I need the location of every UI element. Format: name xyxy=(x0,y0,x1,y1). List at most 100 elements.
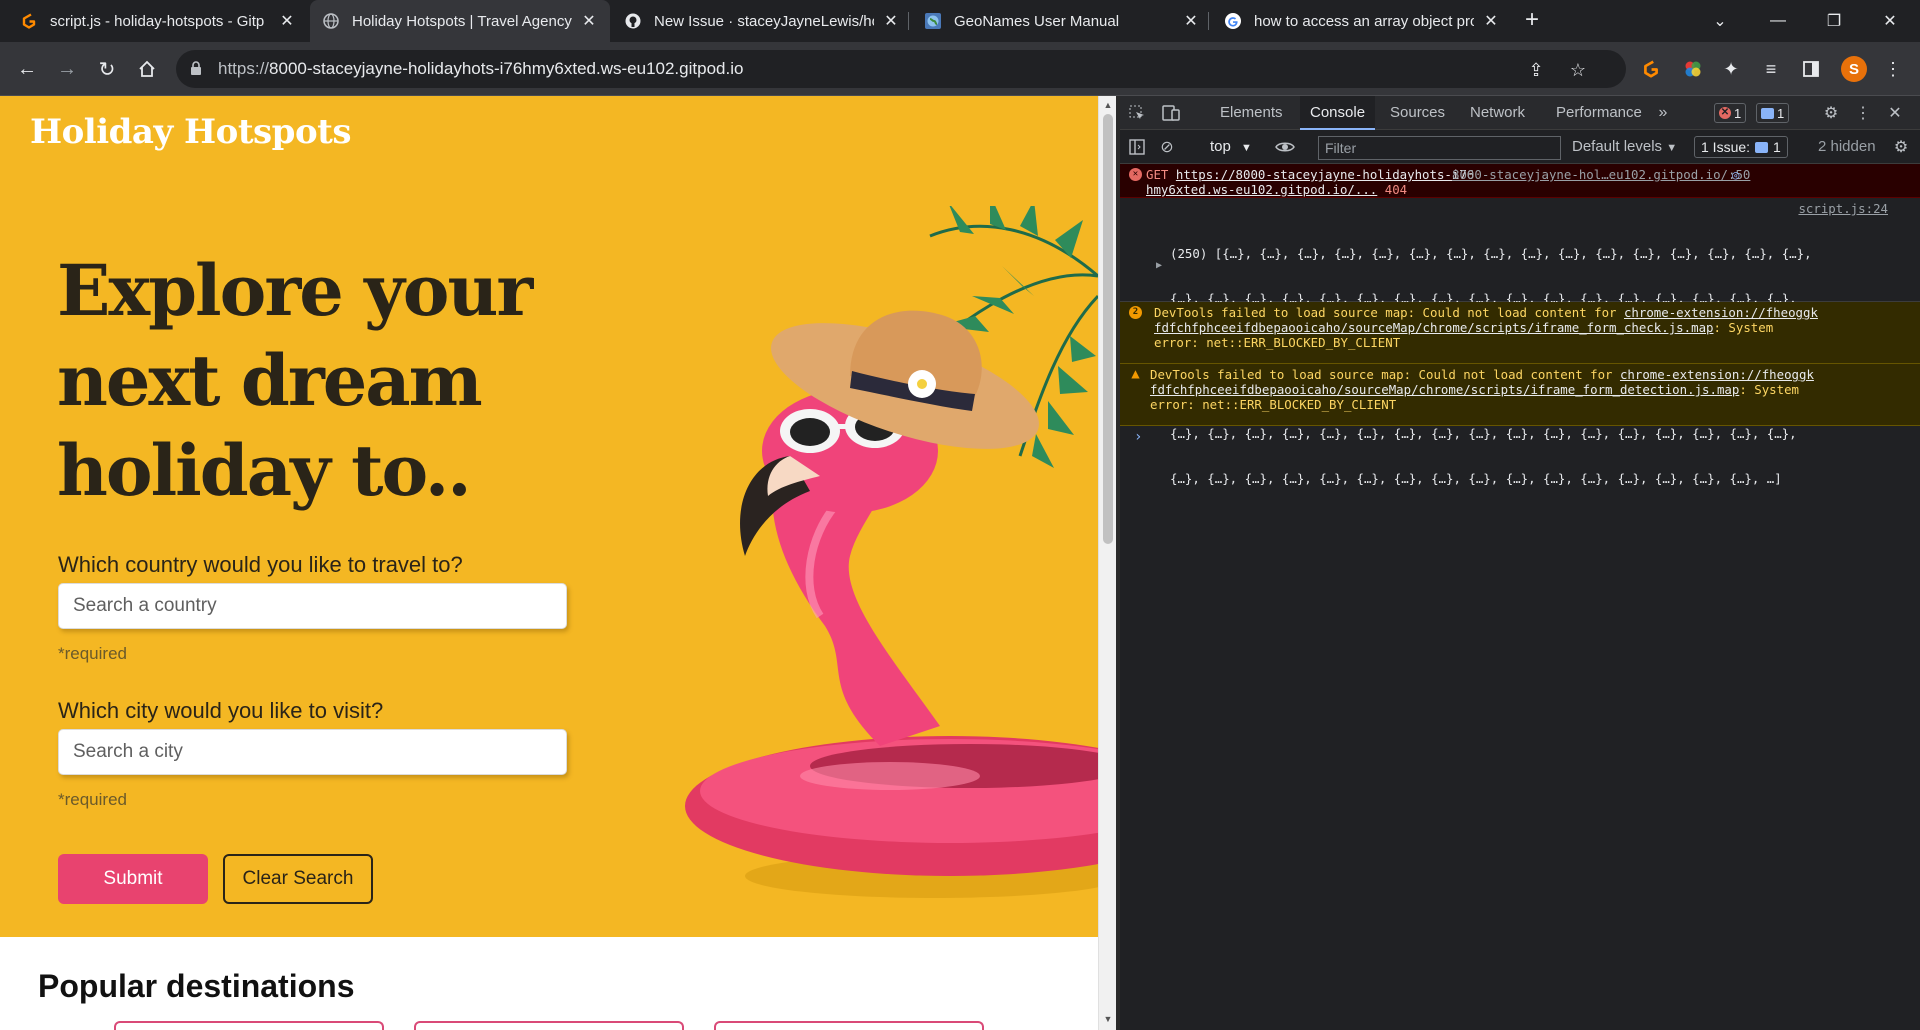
reload-icon[interactable]: ↻ xyxy=(92,54,122,84)
prompt-chevron-icon: › xyxy=(1134,429,1143,445)
clear-search-button[interactable]: Clear Search xyxy=(223,854,373,904)
country-required-note: *required xyxy=(58,644,127,663)
submit-button[interactable]: Submit xyxy=(58,854,208,904)
error-count-badge[interactable]: ✕ 1 xyxy=(1714,103,1747,123)
minimize-icon[interactable]: — xyxy=(1750,0,1806,42)
tab-title: script.js - holiday-hotspots - Gitp xyxy=(50,12,265,30)
bookmark-star-icon[interactable]: ☆ xyxy=(1568,60,1588,80)
console-filter-input[interactable] xyxy=(1318,136,1561,160)
request-url-link[interactable]: https://8000-staceyjayne-holidayhots-i76 xyxy=(1176,167,1474,182)
close-icon[interactable]: ✕ xyxy=(580,11,598,31)
restore-icon[interactable]: ❐ xyxy=(1806,0,1862,42)
console-error-row[interactable]: ✕ GET https://8000-staceyjayne-holidayho… xyxy=(1120,164,1920,198)
hero-section: Holiday Hotspots Explore your next dream… xyxy=(0,96,1098,937)
github-icon xyxy=(624,12,642,30)
warning-count-badge: 2 xyxy=(1129,306,1142,319)
country-search-input[interactable] xyxy=(58,583,567,629)
address-bar[interactable]: https://8000-staceyjayne-holidayhots-i76… xyxy=(176,50,1626,88)
scroll-down-icon[interactable]: ▼ xyxy=(1102,1014,1114,1024)
tab-network[interactable]: Network xyxy=(1470,96,1525,130)
tab-console[interactable]: Console xyxy=(1300,96,1376,130)
side-panel-icon[interactable] xyxy=(1798,56,1824,82)
site-logo[interactable]: Holiday Hotspots xyxy=(30,112,351,152)
new-tab-button[interactable]: + xyxy=(1518,6,1546,34)
close-devtools-icon[interactable]: ✕ xyxy=(1884,103,1906,123)
tab-google-search[interactable]: how to access an array object pro ✕ xyxy=(1212,0,1512,42)
source-map-link[interactable]: chrome-extension://fheoggk xyxy=(1620,367,1814,382)
destination-card[interactable] xyxy=(714,1021,984,1030)
message-icon xyxy=(1755,141,1769,153)
city-search-input[interactable] xyxy=(58,729,567,775)
scroll-up-icon[interactable]: ▲ xyxy=(1102,100,1114,110)
forward-icon[interactable]: → xyxy=(52,54,82,84)
source-map-link[interactable]: chrome-extension://fheoggk xyxy=(1624,305,1818,320)
headline-line: Explore your xyxy=(57,249,533,332)
issues-button[interactable]: 1 Issue: 1 xyxy=(1694,136,1788,158)
context-selector[interactable]: top ▼ xyxy=(1210,138,1252,155)
hidden-messages-count: 2 hidden xyxy=(1818,138,1876,155)
settings-gear-icon[interactable]: ⚙ xyxy=(1820,103,1842,123)
devtools-menu-icon[interactable]: ⋮ xyxy=(1852,103,1874,123)
console-log-row[interactable]: script.js:24 ▶ (250) [{…}, {…}, {…}, {…}… xyxy=(1120,198,1920,486)
log-source-link[interactable]: script.js:24 xyxy=(1798,201,1888,216)
more-tabs-chevron-icon[interactable]: » xyxy=(1652,103,1674,123)
live-expression-eye-icon[interactable] xyxy=(1274,137,1296,157)
source-map-link[interactable]: fdfchfphceeifdbepaooicaho/sourceMap/chro… xyxy=(1154,320,1714,335)
browser-toolbar: ← → ↻ https://8000-staceyjayne-holidayho… xyxy=(0,42,1920,96)
flamingo-hero-image xyxy=(685,206,1098,898)
network-request-icon[interactable]: ◎ xyxy=(1732,167,1739,182)
tab-divider xyxy=(1208,12,1209,30)
scrollbar-thumb[interactable] xyxy=(1103,114,1113,544)
page-scrollbar[interactable]: ▲ ▼ xyxy=(1098,96,1116,1030)
color-picker-extension-icon[interactable] xyxy=(1680,56,1706,82)
lock-icon[interactable] xyxy=(190,61,204,77)
tab-gitpod[interactable]: script.js - holiday-hotspots - Gitp ✕ xyxy=(8,0,308,42)
close-icon[interactable]: ✕ xyxy=(882,11,900,31)
tab-title: how to access an array object pro xyxy=(1254,12,1474,30)
window-close-icon[interactable]: ✕ xyxy=(1862,0,1918,42)
extensions-puzzle-icon[interactable]: ✦ xyxy=(1718,56,1744,82)
kebab-menu-icon[interactable]: ⋮ xyxy=(1880,56,1906,82)
request-url-link[interactable]: hmy6xted.ws-eu102.gitpod.io/... xyxy=(1146,182,1377,197)
close-icon[interactable]: ✕ xyxy=(1482,11,1500,31)
clear-console-icon[interactable]: ⊘ xyxy=(1156,137,1178,157)
google-icon xyxy=(1224,12,1242,30)
gitpod-extension-icon[interactable] xyxy=(1638,56,1664,82)
console-warning-row[interactable]: ▲ DevTools failed to load source map: Co… xyxy=(1120,364,1920,426)
url-text: https://8000-staceyjayne-holidayhots-i76… xyxy=(218,59,744,78)
error-icon: ✕ xyxy=(1719,107,1731,119)
message-count-badge[interactable]: 1 xyxy=(1756,103,1790,123)
expand-arrow-icon[interactable]: ▶ xyxy=(1156,258,1162,273)
back-icon[interactable]: ← xyxy=(12,54,42,84)
tab-search-chevron-icon[interactable]: ⌄ xyxy=(1692,0,1748,42)
tab-holiday-hotspots[interactable]: Holiday Hotspots | Travel Agency ✕ xyxy=(310,0,610,42)
close-icon[interactable]: ✕ xyxy=(1182,11,1200,31)
console-warning-row[interactable]: 2 DevTools failed to load source map: Co… xyxy=(1120,302,1920,364)
destination-card[interactable] xyxy=(414,1021,684,1030)
tab-geonames[interactable]: GeoNames User Manual ✕ xyxy=(912,0,1212,42)
popular-destinations-heading: Popular destinations xyxy=(38,968,355,1004)
close-icon[interactable]: ✕ xyxy=(278,11,296,31)
console-settings-gear-icon[interactable]: ⚙ xyxy=(1890,137,1912,157)
media-queue-icon[interactable]: ≡ xyxy=(1758,56,1784,82)
profile-avatar[interactable]: S xyxy=(1841,56,1867,82)
tab-sources[interactable]: Sources xyxy=(1390,96,1445,130)
home-icon[interactable] xyxy=(132,54,162,84)
log-levels-dropdown[interactable]: Default levels ▼ xyxy=(1572,138,1677,155)
warning-message: DevTools failed to load source map: Coul… xyxy=(1154,305,1818,350)
issues-count: 1 xyxy=(1773,139,1781,155)
source-map-link[interactable]: fdfchfphceeifdbepaooicaho/sourceMap/chro… xyxy=(1150,382,1739,397)
error-source-link[interactable]: 8000-staceyjayne-hol…eu102.gitpod.io/:50 xyxy=(1452,167,1750,182)
status-code: 404 xyxy=(1384,182,1408,197)
issues-label: 1 Issue: xyxy=(1701,139,1751,155)
message-count: 1 xyxy=(1777,105,1785,121)
inspect-element-icon[interactable] xyxy=(1126,103,1148,123)
dropdown-arrow-icon: ▼ xyxy=(1666,142,1678,154)
console-sidebar-icon[interactable] xyxy=(1126,137,1148,157)
tab-github-issue[interactable]: New Issue · staceyJayneLewis/hol ✕ xyxy=(612,0,912,42)
tab-performance[interactable]: Performance xyxy=(1556,96,1642,130)
destination-card[interactable] xyxy=(114,1021,384,1030)
tab-elements[interactable]: Elements xyxy=(1220,96,1283,130)
device-toolbar-icon[interactable] xyxy=(1160,103,1182,123)
share-icon[interactable]: ⇪ xyxy=(1526,60,1546,80)
